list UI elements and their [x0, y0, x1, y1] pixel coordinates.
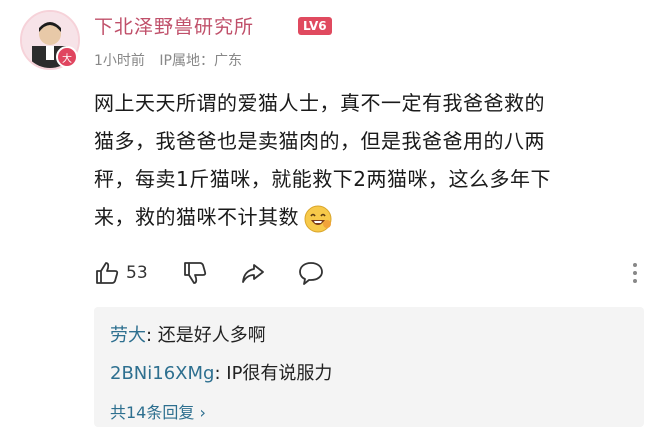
share-button[interactable] — [240, 258, 266, 288]
comment-card: 大 下北泽野兽研究所 LV6 1小时前 IP属地：广东 网上天天所谓的爱猫人士，… — [0, 0, 661, 431]
reply-author[interactable]: 劳大 — [110, 325, 146, 346]
comment-line: 来，救的猫咪不计其数 — [94, 205, 299, 229]
reply-preview[interactable]: 劳大: 还是好人多啊 2BNi16XMg: IP很有说服力 共14条回复 › — [94, 307, 644, 427]
action-bar: 53 — [94, 258, 644, 288]
comment-line: 秤，每卖1斤猫咪，就能救下2两猫咪，这么多年下 — [94, 167, 551, 191]
level-badge: LV6 — [298, 17, 332, 35]
reply-author[interactable]: 2BNi16XMg — [110, 363, 214, 384]
share-icon — [242, 264, 264, 283]
more-button[interactable] — [622, 258, 648, 288]
comment-line-last: 来，救的猫咪不计其数 — [94, 198, 634, 236]
comment-line: 网上天天所谓的爱猫人士，真不一定有我爸爸救的 — [94, 91, 545, 115]
avatar-badge: 大 — [56, 46, 78, 68]
comment-text: 网上天天所谓的爱猫人士，真不一定有我爸爸救的 猫多，我爸爸也是卖猫肉的，但是我爸… — [94, 84, 634, 236]
comment-icon — [299, 262, 323, 285]
more-vertical-icon — [633, 263, 637, 283]
reply-text: : IP很有说服力 — [214, 363, 333, 384]
dislike-button[interactable] — [182, 258, 208, 288]
reply-item[interactable]: 劳大: 还是好人多啊 — [110, 321, 266, 347]
like-count: 53 — [126, 263, 148, 283]
reply-item[interactable]: 2BNi16XMg: IP很有说服力 — [110, 359, 332, 385]
comment-time: 1小时前 — [94, 53, 145, 69]
view-all-replies-link[interactable]: 共14条回复 › — [110, 399, 206, 423]
comment-meta: 1小时前 IP属地：广东 — [94, 50, 242, 70]
comment-line: 猫多，我爸爸也是卖猫肉的，但是我爸爸用的八两 — [94, 129, 545, 153]
dislike-icon — [184, 262, 207, 284]
like-button[interactable]: 53 — [94, 258, 148, 288]
comment-button[interactable] — [298, 258, 324, 288]
like-icon — [96, 262, 119, 284]
username[interactable]: 下北泽野兽研究所 — [94, 12, 254, 39]
grinning-emoji — [304, 205, 332, 232]
ip-location: IP属地：广东 — [159, 53, 242, 69]
reply-text: : 还是好人多啊 — [146, 325, 266, 346]
